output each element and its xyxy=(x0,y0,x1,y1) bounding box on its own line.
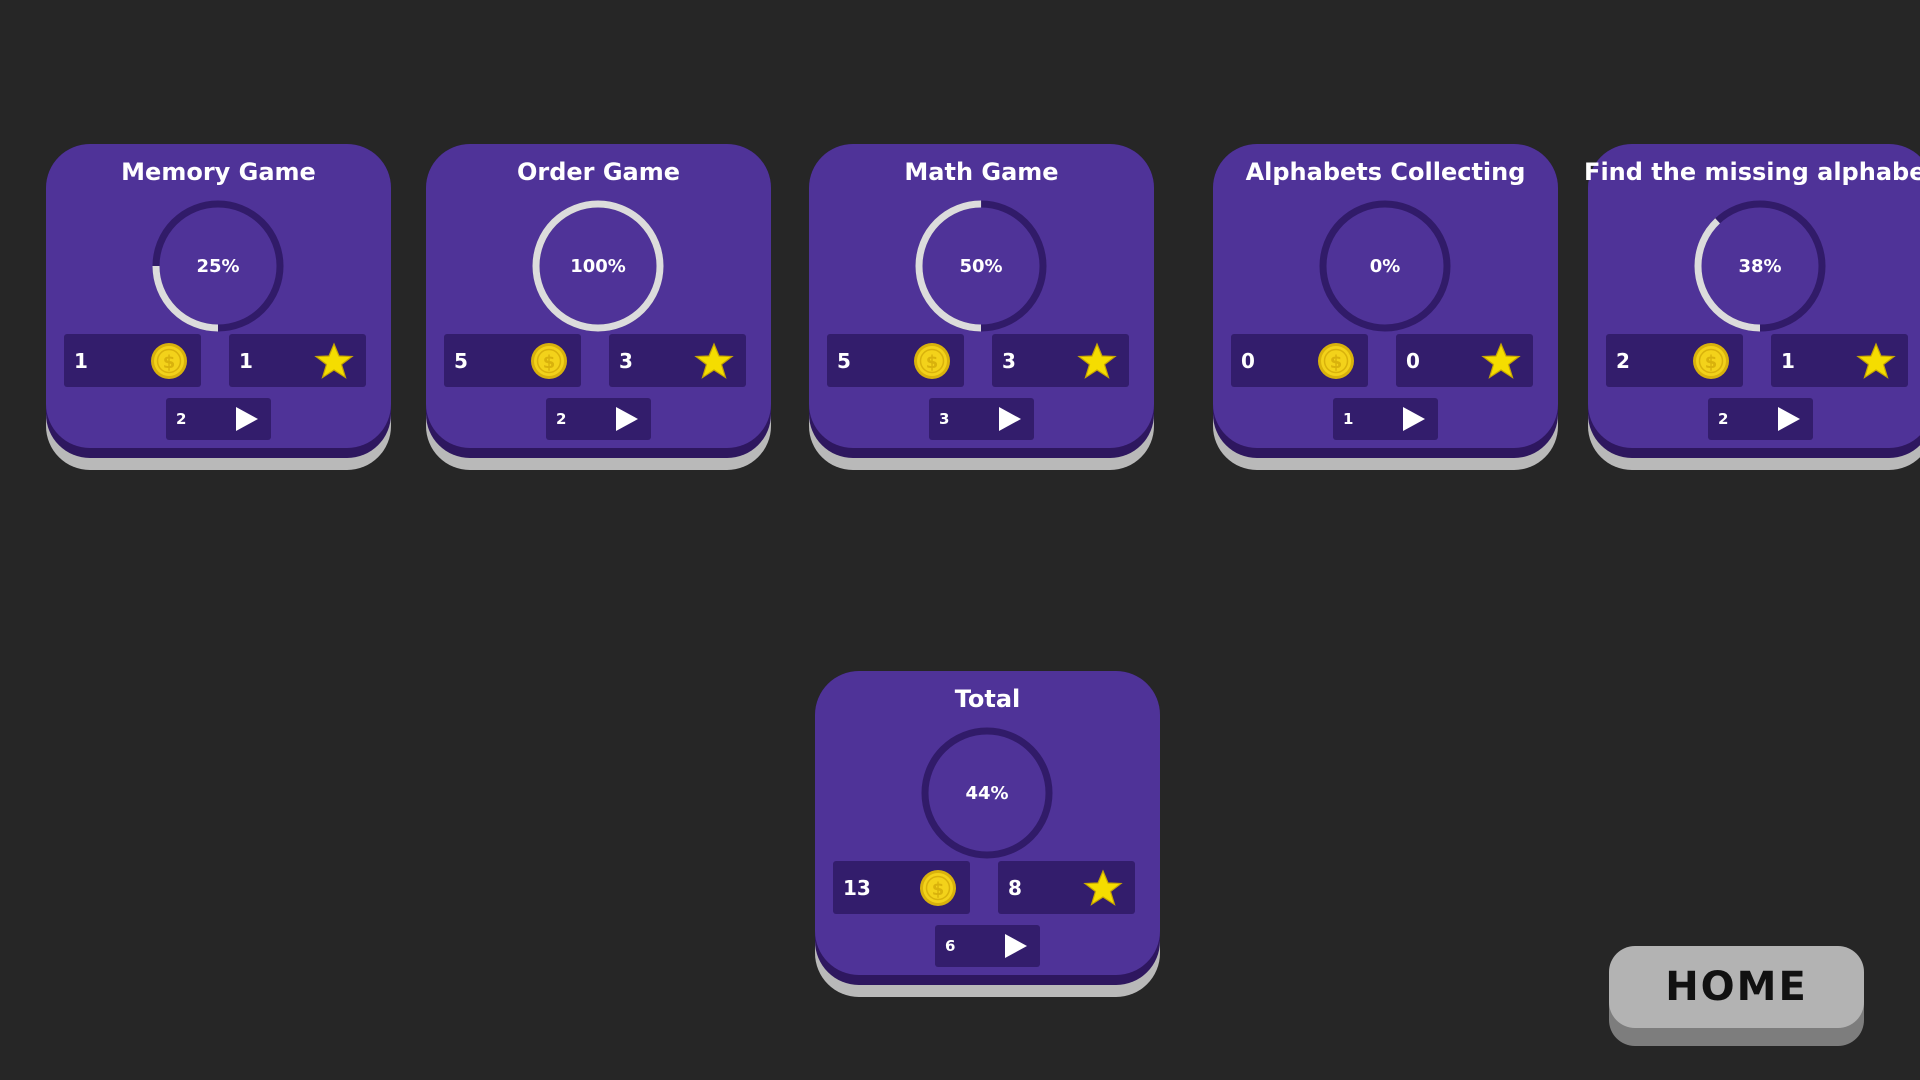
card-title: Find the missing alphabet xyxy=(1584,158,1920,186)
progress-percent: 44% xyxy=(965,782,1009,804)
play-button[interactable]: 3 xyxy=(929,398,1034,440)
play-icon[interactable] xyxy=(1000,931,1030,961)
progress-ring: 100% xyxy=(528,196,668,336)
coins-counter: 5 $ xyxy=(444,334,581,387)
card-title: Alphabets Collecting xyxy=(1245,158,1526,186)
coins-value: 5 xyxy=(837,348,851,373)
star-icon xyxy=(1481,342,1521,379)
play-button[interactable]: 2 xyxy=(1708,398,1813,440)
svg-text:$: $ xyxy=(926,352,939,373)
stars-counter: 3 xyxy=(992,334,1129,387)
dollar-coin-icon: $ xyxy=(1693,343,1729,379)
progress-percent: 50% xyxy=(959,255,1003,277)
svg-text:$: $ xyxy=(1705,352,1718,373)
play-button[interactable]: 1 xyxy=(1333,398,1438,440)
star-icon xyxy=(314,342,354,379)
stars-counter: 8 xyxy=(998,861,1135,914)
home-button-label: HOME xyxy=(1665,964,1808,1010)
play-button[interactable]: 2 xyxy=(546,398,651,440)
plays-count: 1 xyxy=(1343,410,1354,428)
coins-counter: 1 $ xyxy=(64,334,201,387)
game-card-order-game: Order Game 100% 5 $3 2 xyxy=(426,144,771,470)
card-face: Find the missing alphabet 38% 2 $1 2 xyxy=(1584,144,1920,448)
card-title: Order Game xyxy=(516,158,681,186)
progress-percent: 25% xyxy=(196,255,240,277)
plays-count: 2 xyxy=(556,410,567,428)
progress-ring: 50% xyxy=(911,196,1051,336)
stars-counter: 1 xyxy=(1771,334,1908,387)
home-button[interactable]: HOME xyxy=(1609,946,1864,1046)
coins-value: 2 xyxy=(1616,348,1630,373)
dollar-coin-icon: $ xyxy=(920,870,956,906)
coins-counter: 5 $ xyxy=(827,334,964,387)
dollar-coin-icon: $ xyxy=(531,343,567,379)
card-title: Memory Game xyxy=(121,158,316,186)
star-icon xyxy=(1083,869,1123,906)
card-face: Math Game 50% 5 $3 3 xyxy=(809,144,1154,448)
play-icon[interactable] xyxy=(611,404,641,434)
star-icon xyxy=(1077,342,1117,379)
plays-count: 6 xyxy=(945,937,956,955)
progress-percent: 38% xyxy=(1738,255,1782,277)
stars-value: 3 xyxy=(619,348,633,373)
play-icon[interactable] xyxy=(1398,404,1428,434)
svg-text:$: $ xyxy=(932,879,945,900)
plays-count: 2 xyxy=(176,410,187,428)
dollar-coin-icon: $ xyxy=(914,343,950,379)
progress-ring: 38% xyxy=(1690,196,1830,336)
card-face: Alphabets Collecting 0% 0 $0 1 xyxy=(1213,144,1558,448)
coins-counter: 13 $ xyxy=(833,861,970,914)
progress-percent: 0% xyxy=(1369,255,1401,277)
progress-ring: 25% xyxy=(148,196,288,336)
plays-count: 2 xyxy=(1718,410,1729,428)
coins-value: 1 xyxy=(74,348,88,373)
card-title: Math Game xyxy=(904,158,1059,186)
stars-value: 1 xyxy=(239,348,253,373)
game-card-find-the-missing-alphabet: Find the missing alphabet 38% 2 $1 2 xyxy=(1584,144,1920,470)
play-icon[interactable] xyxy=(1773,404,1803,434)
progress-ring: 0% xyxy=(1315,196,1455,336)
progress-percent: 100% xyxy=(570,255,626,277)
stars-counter: 0 xyxy=(1396,334,1533,387)
coins-counter: 0 $ xyxy=(1231,334,1368,387)
stars-value: 1 xyxy=(1781,348,1795,373)
stars-counter: 3 xyxy=(609,334,746,387)
star-icon xyxy=(694,342,734,379)
card-face: Memory Game 25% 1 $1 2 xyxy=(46,144,391,448)
coins-counter: 2 $ xyxy=(1606,334,1743,387)
home-button-face[interactable]: HOME xyxy=(1609,946,1864,1028)
card-title: Total xyxy=(954,685,1021,713)
progress-ring: 44% xyxy=(917,723,1057,863)
stars-value: 3 xyxy=(1002,348,1016,373)
game-card-alphabets-collecting: Alphabets Collecting 0% 0 $0 1 xyxy=(1213,144,1558,470)
stars-value: 8 xyxy=(1008,875,1022,900)
play-icon[interactable] xyxy=(994,404,1024,434)
svg-text:$: $ xyxy=(543,352,556,373)
dollar-coin-icon: $ xyxy=(151,343,187,379)
play-icon[interactable] xyxy=(231,404,261,434)
card-face: Total 44% 13 $8 6 xyxy=(815,671,1160,975)
star-icon xyxy=(1856,342,1896,379)
progress-screen: Memory Game 25% 1 $1 2 Order Game 100% 5 $3 2 Math… xyxy=(0,0,1920,1080)
svg-text:$: $ xyxy=(1330,352,1343,373)
game-card-math-game: Math Game 50% 5 $3 3 xyxy=(809,144,1154,470)
coins-value: 0 xyxy=(1241,348,1255,373)
play-button[interactable]: 2 xyxy=(166,398,271,440)
game-card-memory-game: Memory Game 25% 1 $1 2 xyxy=(46,144,391,470)
total-card: Total 44% 13 $8 6 xyxy=(815,671,1160,997)
svg-text:$: $ xyxy=(163,352,176,373)
stars-counter: 1 xyxy=(229,334,366,387)
plays-count: 3 xyxy=(939,410,950,428)
card-face: Order Game 100% 5 $3 2 xyxy=(426,144,771,448)
play-button[interactable]: 6 xyxy=(935,925,1040,967)
dollar-coin-icon: $ xyxy=(1318,343,1354,379)
stars-value: 0 xyxy=(1406,348,1420,373)
coins-value: 5 xyxy=(454,348,468,373)
coins-value: 13 xyxy=(843,875,871,900)
